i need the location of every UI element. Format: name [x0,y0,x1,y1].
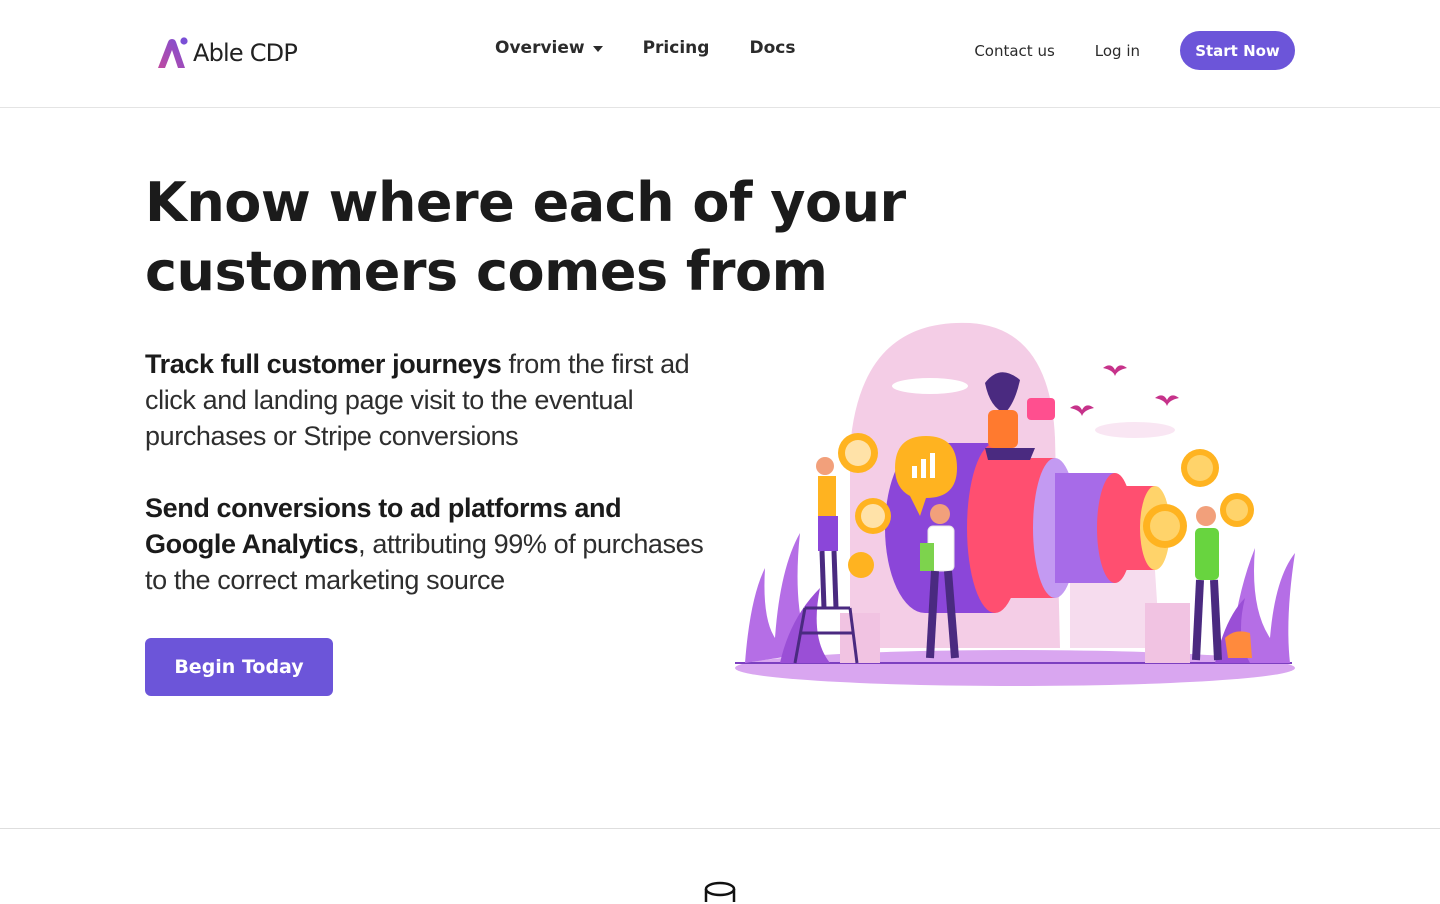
hero-illustration [735,322,1295,686]
hero-paragraph-2: Send conversions to ad platforms and Goo… [145,490,715,598]
nav-overview[interactable]: Overview [495,38,603,58]
nav-pricing[interactable]: Pricing [643,38,710,58]
site-header: Able CDP Overview Pricing Docs Contact u… [0,0,1440,108]
section-divider [0,828,1440,829]
begin-today-button[interactable]: Begin Today [145,638,333,696]
header-actions: Contact us Log in Start Now [974,31,1295,70]
hero-title: Know where each of your customers comes … [145,171,906,303]
hero-paragraph-1: Track full customer journeys from the fi… [145,346,715,454]
contact-link[interactable]: Contact us [974,42,1054,60]
nav-docs[interactable]: Docs [749,38,795,58]
caret-down-icon [592,46,603,52]
p1-highlight: Track full customer journeys [145,349,502,379]
brand-name: Able CDP [193,39,298,67]
database-icon [704,881,736,902]
logo[interactable]: Able CDP [155,35,298,71]
start-now-button[interactable]: Start Now [1180,31,1295,70]
nav-overview-label: Overview [495,38,585,58]
main-nav: Overview Pricing Docs [495,38,835,58]
login-link[interactable]: Log in [1095,42,1140,60]
logo-icon [158,37,188,68]
